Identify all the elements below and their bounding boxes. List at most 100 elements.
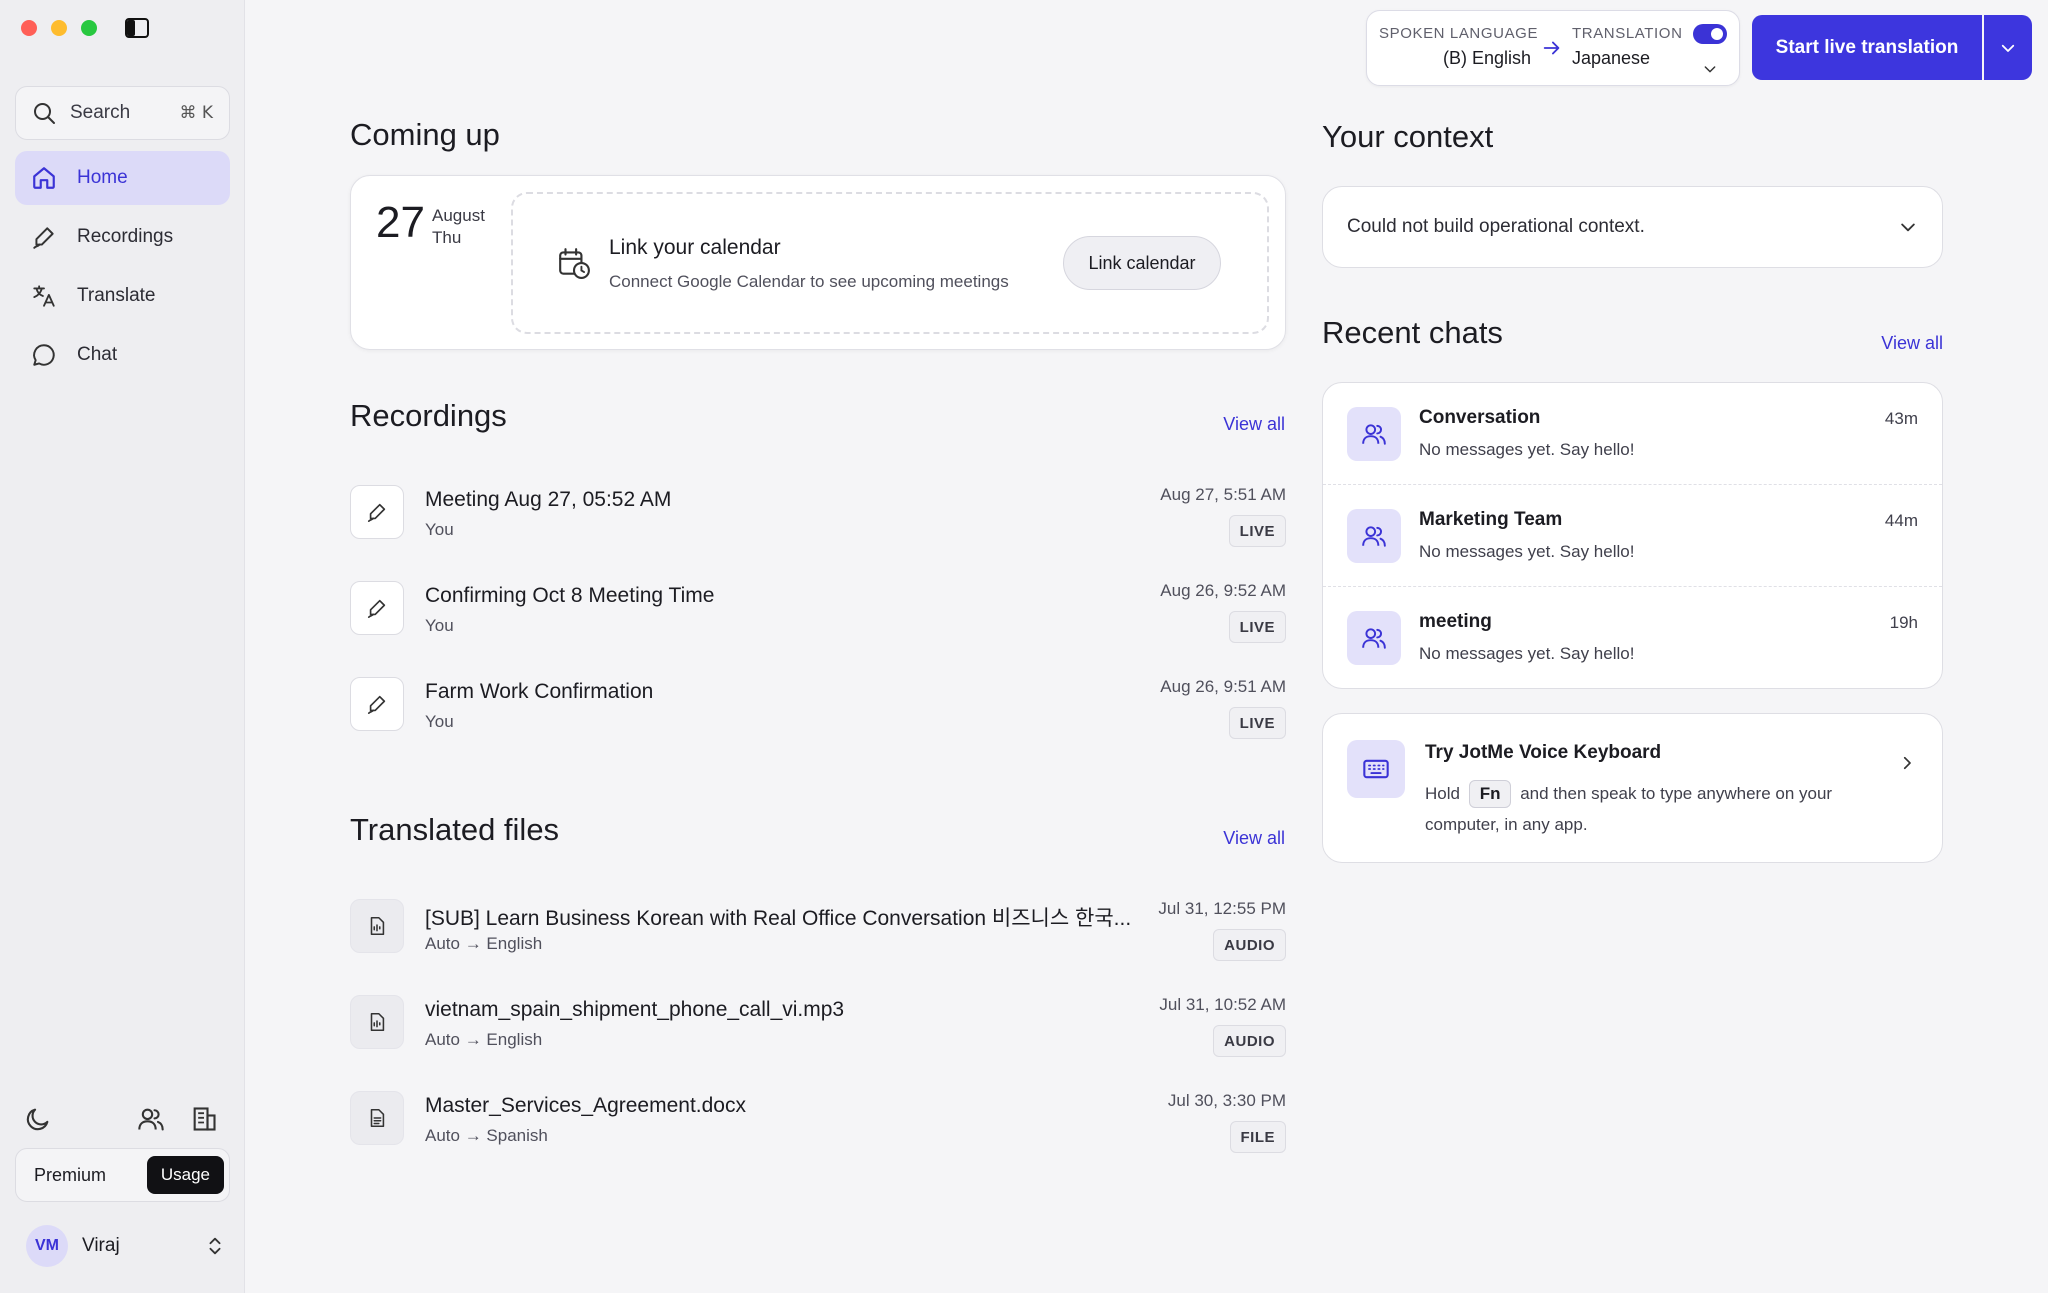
keyboard-icon	[1363, 759, 1389, 779]
status-badge: LIVE	[1228, 707, 1286, 739]
recording-row[interactable]: Confirming Oct 8 Meeting Time You Aug 26…	[350, 581, 1286, 661]
language-selector[interactable]: SPOKEN LANGUAGE (B) English TRANSLATION …	[1366, 10, 1740, 86]
sidebar-toggle-icon[interactable]	[125, 18, 149, 38]
maximize-window-button[interactable]	[81, 20, 97, 36]
pen-icon	[367, 503, 386, 522]
sidebar-nav: Home Recordings Translate Chat	[15, 151, 230, 387]
chat-time: 43m	[1884, 409, 1918, 428]
sidebar-item-home[interactable]: Home	[15, 151, 230, 205]
recordings-heading: Recordings	[350, 398, 507, 433]
translated-file-row[interactable]: Master_Services_Agreement.docx Auto → Sp…	[350, 1091, 1286, 1171]
translated-files-heading: Translated files	[350, 812, 560, 847]
recording-time: Aug 26, 9:51 AM	[1160, 677, 1286, 696]
search-button[interactable]: Search ⌘ K	[15, 86, 230, 140]
home-icon	[33, 167, 55, 189]
keyboard-icon-box	[1347, 740, 1405, 798]
recent-chats-view-all-link[interactable]: View all	[1881, 333, 1943, 354]
recording-item-icon-box	[350, 485, 404, 539]
minimize-window-button[interactable]	[51, 20, 67, 36]
chat-name: meeting	[1419, 611, 1492, 632]
recording-row[interactable]: Meeting Aug 27, 05:52 AM You Aug 27, 5:5…	[350, 485, 1286, 565]
translation-language[interactable]: TRANSLATION Japanese	[1572, 25, 1683, 69]
chat-list-item[interactable]: meeting No messages yet. Say hello! 19h	[1323, 587, 1942, 688]
translation-toggle[interactable]	[1693, 24, 1727, 44]
start-options-dropdown[interactable]	[1984, 15, 2032, 80]
recent-chats-list: Conversation No messages yet. Say hello!…	[1322, 382, 1943, 689]
calendar-subtitle: Connect Google Calendar to see upcoming …	[609, 272, 1009, 291]
sidebar-item-label: Translate	[77, 285, 156, 306]
file-item-icon-box	[350, 995, 404, 1049]
users-icon	[1362, 628, 1386, 649]
recording-owner: You	[425, 616, 454, 635]
chat-group-avatar	[1347, 611, 1401, 665]
close-window-button[interactable]	[21, 20, 37, 36]
file-title: Master_Services_Agreement.docx	[425, 1094, 746, 1117]
audio-file-icon	[370, 1012, 385, 1032]
recent-chats-heading: Recent chats	[1322, 315, 1503, 350]
coming-up-heading: Coming up	[350, 117, 500, 152]
file-time: Jul 31, 12:55 PM	[1158, 899, 1286, 918]
recording-title: Farm Work Confirmation	[425, 680, 654, 703]
chat-list-item[interactable]: Conversation No messages yet. Say hello!…	[1323, 383, 1942, 485]
sidebar-item-label: Chat	[77, 344, 118, 365]
recording-owner: You	[425, 520, 454, 539]
spoken-language[interactable]: SPOKEN LANGUAGE (B) English	[1379, 25, 1538, 69]
chevron-up-down-icon	[209, 1237, 221, 1255]
file-type-badge: AUDIO	[1213, 1025, 1286, 1057]
user-menu[interactable]: VM Viraj	[26, 1225, 226, 1267]
status-badge: LIVE	[1228, 611, 1286, 643]
usage-button[interactable]: Usage	[146, 1156, 224, 1194]
recordings-view-all-link[interactable]: View all	[1223, 414, 1285, 435]
sidebar-item-chat[interactable]: Chat	[15, 328, 230, 382]
file-time: Jul 31, 10:52 AM	[1159, 995, 1286, 1014]
building-icon[interactable]	[190, 1105, 218, 1133]
arrow-right-icon	[1543, 41, 1560, 55]
voice-keyboard-card[interactable]: Try JotMe Voice Keyboard Hold Fn and the…	[1322, 713, 1943, 863]
chat-last-message: No messages yet. Say hello!	[1419, 542, 1635, 561]
file-language-pair: Auto → English	[425, 1030, 543, 1049]
voice-keyboard-text-before: Hold	[1425, 784, 1460, 803]
users-icon[interactable]	[137, 1105, 165, 1133]
translated-files-view-all-link[interactable]: View all	[1223, 828, 1285, 849]
sidebar-footer-icons	[24, 1105, 224, 1133]
chat-list-item[interactable]: Marketing Team No messages yet. Say hell…	[1323, 485, 1942, 587]
sidebar-item-translate[interactable]: Translate	[15, 269, 230, 323]
chat-name: Marketing Team	[1419, 509, 1563, 530]
user-name: Viraj	[82, 1235, 120, 1256]
sidebar-item-recordings[interactable]: Recordings	[15, 210, 230, 264]
translated-file-row[interactable]: vietnam_spain_shipment_phone_call_vi.mp3…	[350, 995, 1286, 1075]
chat-last-message: No messages yet. Say hello!	[1419, 644, 1635, 663]
pen-icon	[367, 599, 386, 618]
premium-label[interactable]: Premium	[34, 1165, 106, 1186]
sidebar-item-label: Home	[77, 167, 128, 188]
date-month: August	[432, 206, 485, 225]
file-title: [SUB] Learn Business Korean with Real Of…	[425, 907, 1132, 930]
search-icon	[34, 103, 55, 124]
users-icon	[1362, 424, 1386, 445]
link-calendar-button[interactable]: Link calendar	[1063, 236, 1221, 290]
file-item-icon-box	[350, 899, 404, 953]
start-live-translation-button[interactable]: Start live translation	[1752, 15, 1982, 80]
file-type-badge: AUDIO	[1213, 929, 1286, 961]
context-accordion[interactable]: Could not build operational context.	[1322, 186, 1943, 268]
chat-group-avatar	[1347, 407, 1401, 461]
chat-bubble-icon	[33, 344, 55, 366]
calendar-title: Link your calendar	[609, 236, 781, 259]
moon-icon[interactable]	[24, 1105, 52, 1133]
date-weekday: Thu	[432, 228, 462, 247]
users-icon	[1362, 526, 1386, 547]
chat-group-avatar	[1347, 509, 1401, 563]
coming-up-card: 27 August Thu Link your calendar Connect…	[350, 175, 1286, 350]
chat-time: 44m	[1884, 511, 1918, 530]
plan-switcher: Premium Usage	[15, 1148, 230, 1202]
recording-title: Confirming Oct 8 Meeting Time	[425, 584, 715, 607]
sidebar: Search ⌘ K Home Recordings Translate Cha…	[0, 0, 245, 1293]
file-language-pair: Auto → Spanish	[425, 1126, 548, 1145]
translation-caption: TRANSLATION	[1572, 25, 1683, 42]
chevron-down-icon[interactable]	[1702, 61, 1718, 77]
recording-row[interactable]: Farm Work Confirmation You Aug 26, 9:51 …	[350, 677, 1286, 757]
chat-time: 19h	[1889, 613, 1918, 632]
translation-value: Japanese	[1572, 48, 1651, 68]
voice-keyboard-title: Try JotMe Voice Keyboard	[1425, 742, 1662, 763]
translated-file-row[interactable]: [SUB] Learn Business Korean with Real Of…	[350, 899, 1286, 979]
